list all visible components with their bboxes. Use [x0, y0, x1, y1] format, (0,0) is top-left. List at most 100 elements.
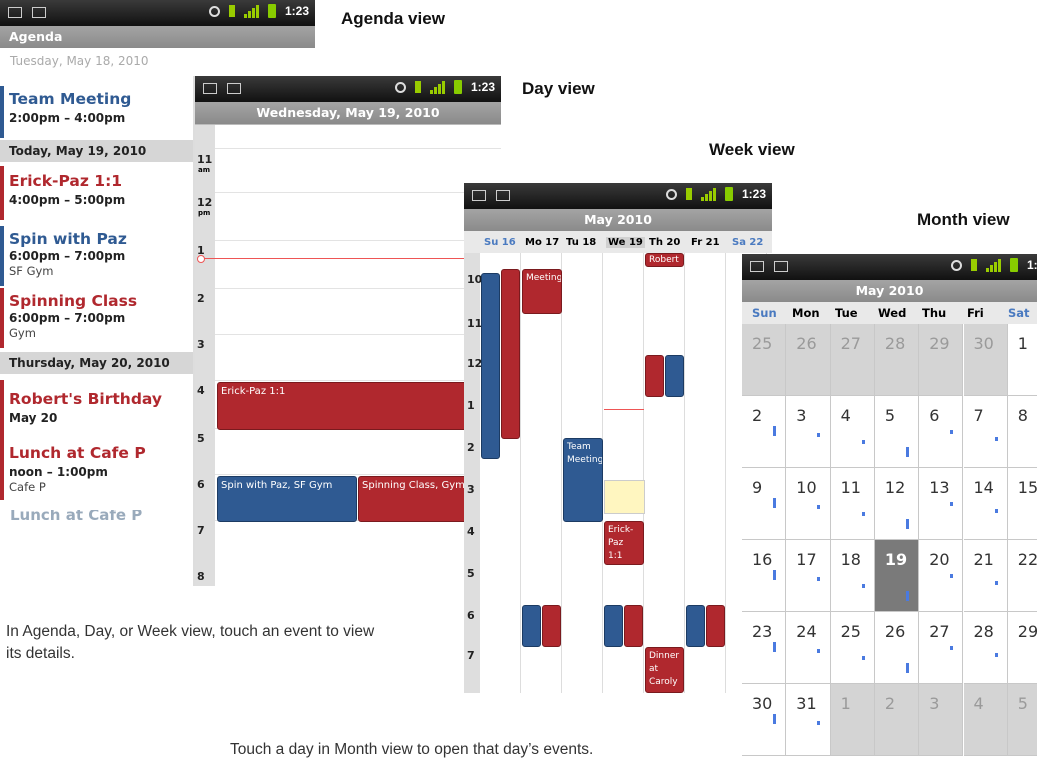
status-bar: 1:23	[464, 183, 772, 209]
month-day-cell[interactable]: 1	[830, 684, 875, 756]
event-indicator	[994, 653, 998, 657]
week-event[interactable]	[624, 605, 643, 647]
month-day-cell[interactable]: 10	[786, 468, 831, 540]
month-day-cell[interactable]: 14	[963, 468, 1008, 540]
month-day-cell[interactable]: 28	[874, 324, 920, 396]
weekday-label: Sa 22	[732, 237, 764, 248]
battery-icon	[453, 80, 462, 94]
week-event[interactable]: Meeting	[522, 269, 562, 314]
note-month: Touch a day in Month view to open that d…	[230, 741, 594, 758]
usb-icon	[228, 5, 235, 17]
event-indicator	[861, 656, 865, 660]
month-day-cell[interactable]: 18	[830, 540, 875, 612]
event-indicator	[994, 509, 998, 513]
month-day-cell[interactable]: 20	[919, 540, 964, 612]
day-event[interactable]: Erick-Paz 1:1	[217, 382, 501, 430]
month-day-cell[interactable]: 19	[874, 540, 920, 612]
week-event[interactable]	[665, 355, 684, 397]
month-day-cell[interactable]: 26	[786, 324, 831, 396]
week-event[interactable]: Team Meeting	[563, 438, 603, 522]
week-event[interactable]	[686, 605, 705, 647]
month-day-cell[interactable]: 16	[742, 540, 787, 612]
week-event[interactable]	[481, 273, 500, 459]
month-day-cell[interactable]: 27	[919, 612, 964, 684]
month-day-cell[interactable]: 4	[830, 396, 875, 468]
month-day-number: 1	[1017, 334, 1028, 353]
week-event[interactable]	[645, 355, 664, 397]
month-day-cell[interactable]: 3	[786, 396, 831, 468]
month-day-cell[interactable]: 2	[874, 684, 920, 756]
month-day-cell[interactable]: 27	[830, 324, 875, 396]
month-day-cell[interactable]: 5	[874, 396, 920, 468]
week-event[interactable]	[706, 605, 725, 647]
signal-icon	[243, 4, 259, 18]
month-day-cell[interactable]: 4	[963, 684, 1008, 756]
month-day-cell[interactable]: 28	[963, 612, 1008, 684]
month-day-cell[interactable]: 29	[1007, 612, 1037, 684]
hour-label: 7	[467, 649, 475, 662]
event-indicator	[950, 646, 954, 650]
signal-icon	[429, 80, 445, 94]
month-day-cell[interactable]: 11	[830, 468, 875, 540]
month-day-cell[interactable]: 23	[742, 612, 787, 684]
month-day-number: 25	[840, 622, 861, 641]
month-day-cell[interactable]: 5	[1007, 684, 1037, 756]
month-day-number: 30	[973, 334, 994, 353]
month-day-cell[interactable]: 2	[742, 396, 787, 468]
month-day-cell[interactable]: 9	[742, 468, 787, 540]
signal-icon	[985, 258, 1001, 272]
month-day-cell[interactable]: 31	[786, 684, 831, 756]
month-day-cell[interactable]: 30	[963, 324, 1008, 396]
event-indicator	[817, 577, 821, 581]
note-agenda-day-week: In Agenda, Day, or Week view, touch an e…	[6, 623, 375, 662]
month-day-cell[interactable]: 15	[1007, 468, 1037, 540]
month-day-cell[interactable]: 17	[786, 540, 831, 612]
event-indicator	[773, 714, 776, 724]
day-title-bar: Wednesday, May 19, 2010	[195, 102, 501, 124]
month-day-cell[interactable]: 25	[830, 612, 875, 684]
month-day-number: 27	[929, 622, 950, 641]
hour-label: 3	[197, 338, 205, 351]
hour-gutter	[195, 125, 215, 586]
month-day-cell[interactable]: 12	[874, 468, 920, 540]
month-day-cell[interactable]: 29	[919, 324, 964, 396]
month-day-cell[interactable]: 1	[1007, 324, 1037, 396]
week-event[interactable]	[604, 605, 623, 647]
week-event[interactable]	[542, 605, 561, 647]
agenda-cut-item: Lunch at Cafe P	[10, 510, 143, 520]
month-day-cell[interactable]: 21	[963, 540, 1008, 612]
month-day-cell[interactable]: 7	[963, 396, 1008, 468]
month-day-cell[interactable]: 8	[1007, 396, 1037, 468]
month-day-number: 31	[796, 694, 817, 713]
day-event[interactable]: Spin with Paz, SF Gym	[217, 476, 357, 522]
month-day-cell[interactable]: 6	[919, 396, 964, 468]
month-day-cell[interactable]: 13	[919, 468, 964, 540]
current-time-line	[604, 409, 644, 410]
weekday-label: Su 16	[484, 237, 516, 248]
month-day-cell[interactable]: 3	[919, 684, 964, 756]
month-day-number: 2	[752, 406, 763, 425]
month-day-cell[interactable]: 24	[786, 612, 831, 684]
month-day-cell[interactable]: 25	[742, 324, 787, 396]
hour-label: 5	[197, 432, 205, 445]
week-event[interactable]	[522, 605, 541, 647]
selected-slot[interactable]	[604, 480, 645, 514]
pm-label: pm	[198, 209, 211, 217]
month-day-cell[interactable]: 30	[742, 684, 787, 756]
week-event[interactable]: Erick-Paz 1:1	[604, 521, 644, 565]
event-indicator	[861, 440, 865, 444]
gmail-icon	[472, 190, 486, 201]
status-bar: 1:23	[195, 76, 501, 102]
month-day-number: 4	[840, 406, 851, 425]
event-indicator	[773, 498, 776, 508]
month-day-cell[interactable]: 22	[1007, 540, 1037, 612]
week-event[interactable]	[501, 269, 520, 439]
week-event[interactable]: Dinner at Caroly	[645, 647, 684, 693]
week-event[interactable]: Robert	[645, 253, 684, 267]
month-day-number: 7	[973, 406, 984, 425]
hour-label: 2	[197, 292, 205, 305]
status-time: 1:23	[741, 187, 766, 201]
am-label: am	[198, 166, 211, 174]
month-day-cell[interactable]: 26	[874, 612, 920, 684]
agenda-title-bar: Agenda	[0, 26, 315, 48]
